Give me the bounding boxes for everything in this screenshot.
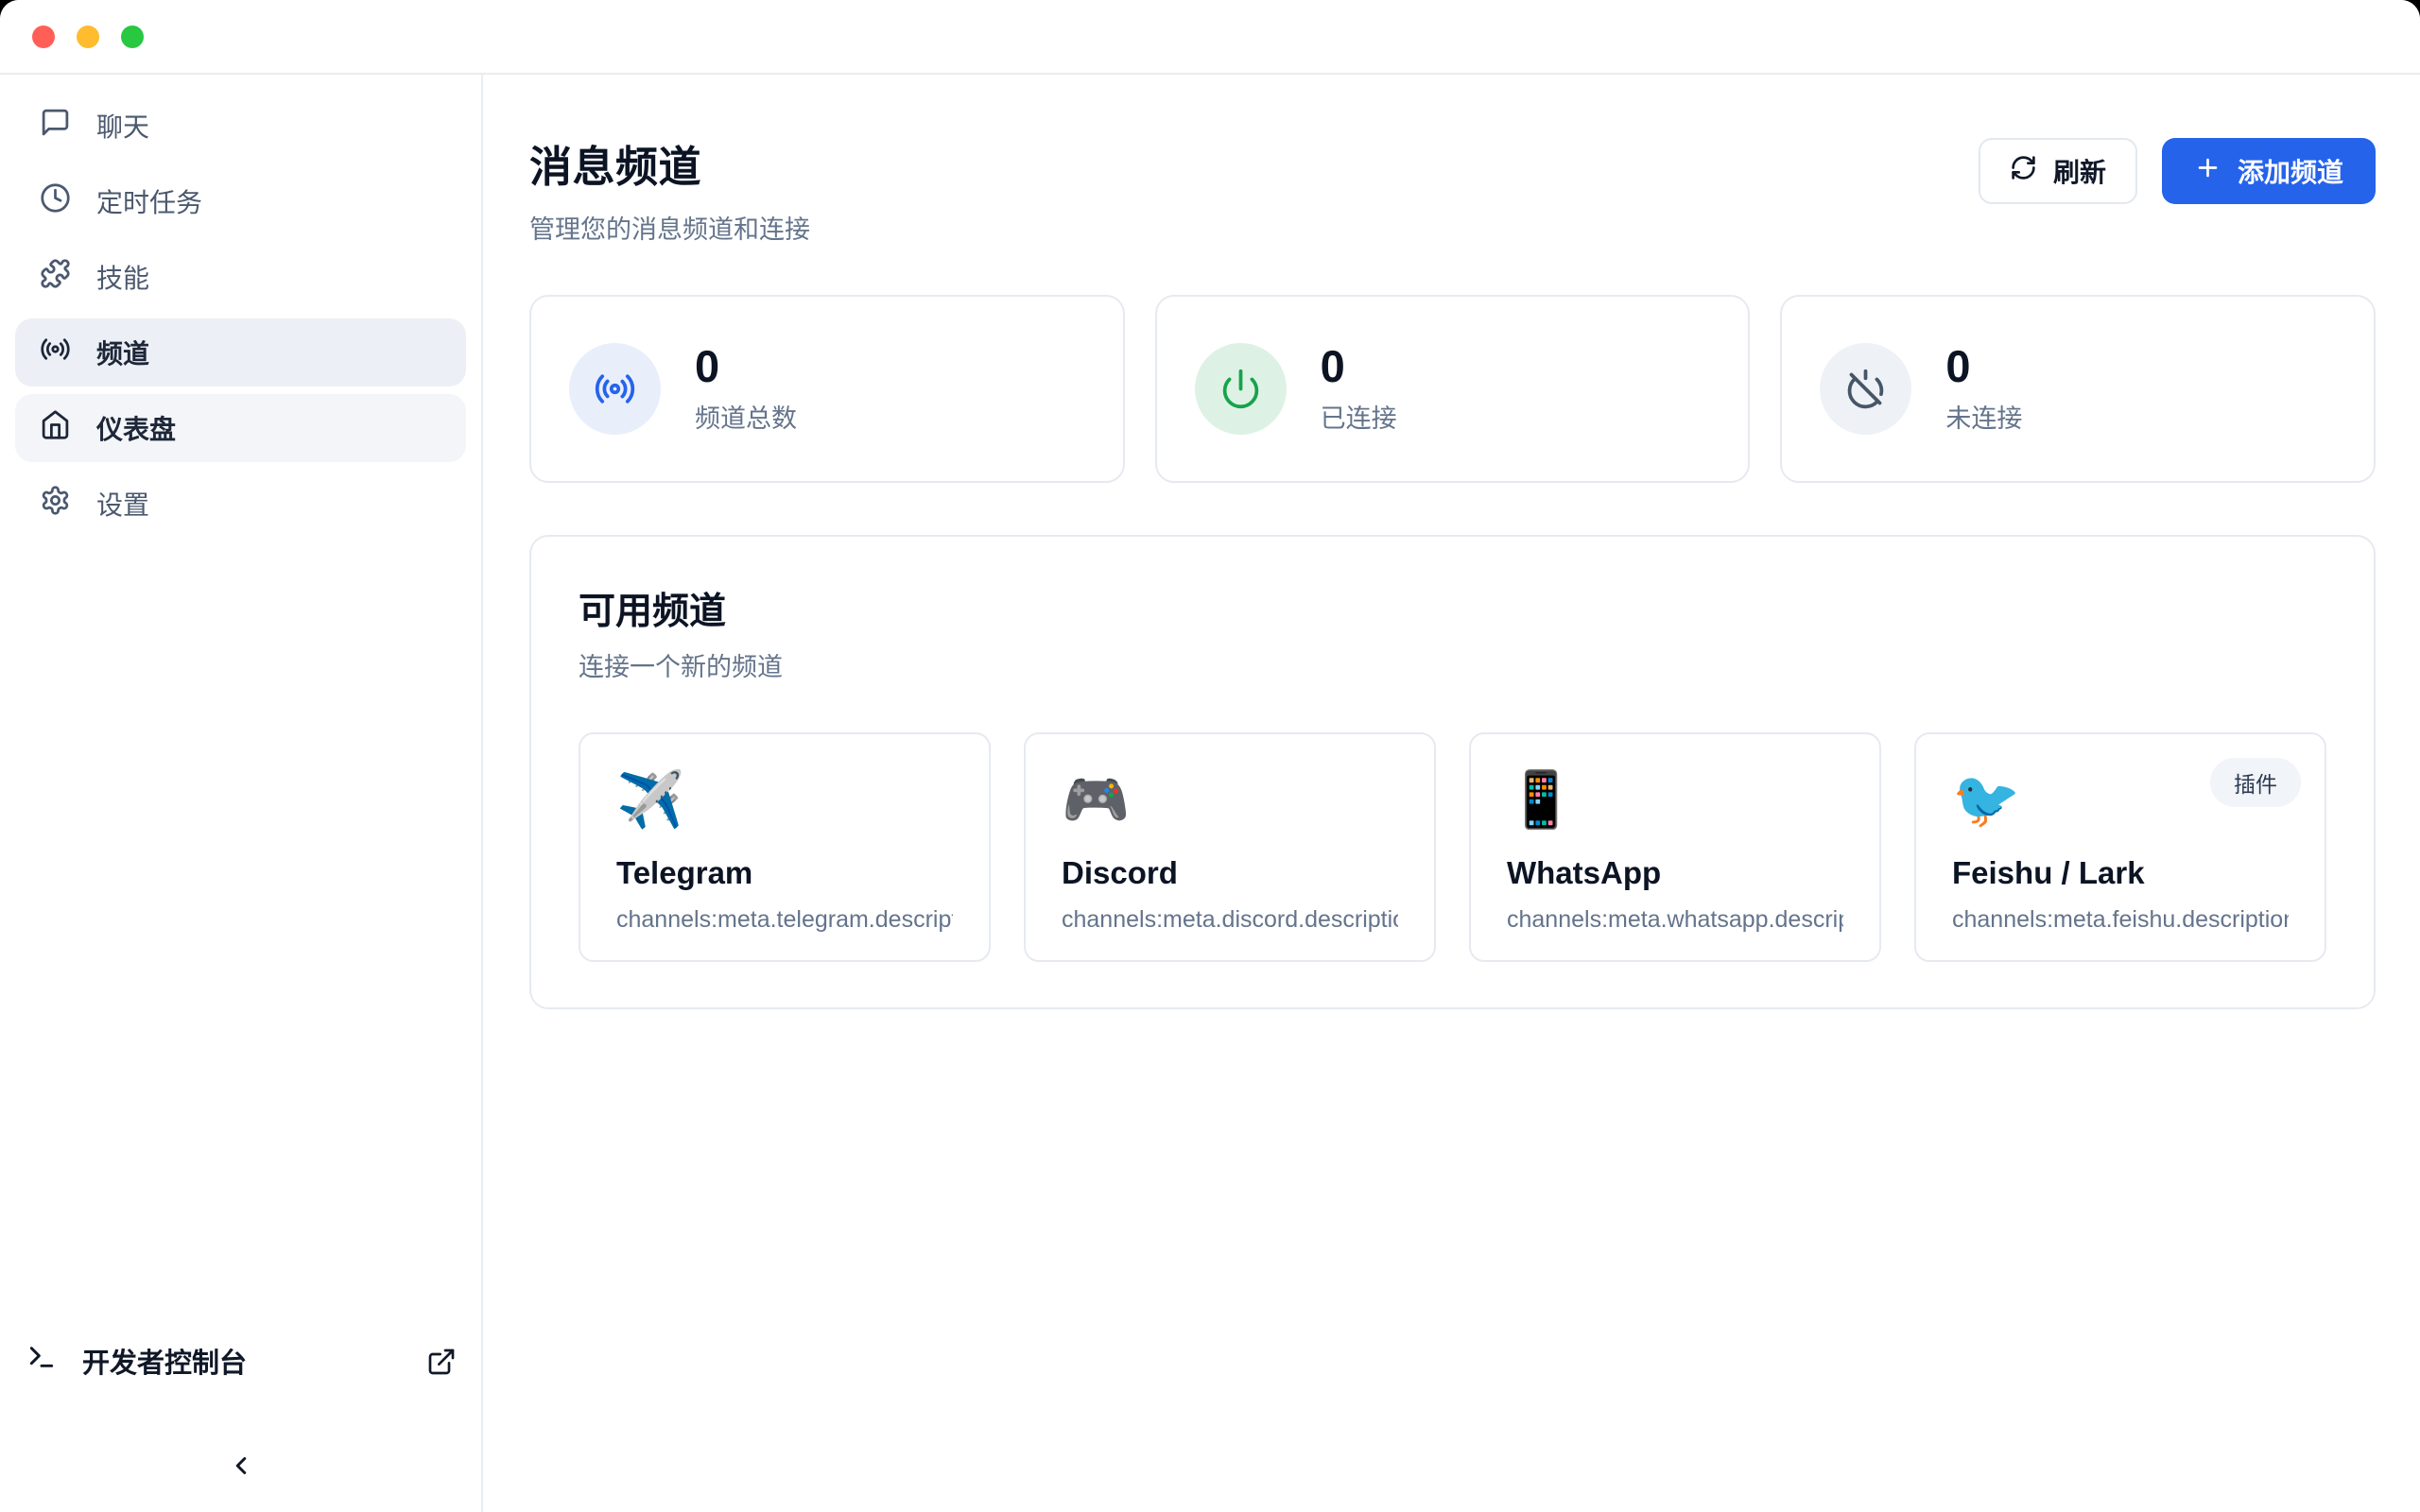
refresh-button[interactable]: 刷新 <box>1979 138 2137 204</box>
refresh-icon <box>2010 154 2037 188</box>
sidebar-item-dashboard[interactable]: 仪表盘 <box>15 394 466 462</box>
sidebar-footer: 开发者控制台 <box>15 1327 466 1493</box>
channel-description: channels:meta.feishu.description <box>1952 906 2289 934</box>
sidebar-item-label: 仪表盘 <box>96 409 176 447</box>
sidebar-item-settings[interactable]: 设置 <box>15 470 466 538</box>
stat-value: 0 <box>1321 343 1397 389</box>
main-content: 消息频道 管理您的消息频道和连接 刷新 添加频道 <box>483 75 2420 1512</box>
sidebar-item-channels[interactable]: 频道 <box>15 318 466 387</box>
broadcast-icon <box>40 334 71 371</box>
channel-description: channels:meta.telegram.description <box>616 906 953 934</box>
channel-name: Feishu / Lark <box>1952 855 2289 891</box>
home-icon <box>40 409 71 447</box>
sidebar-item-label: 技能 <box>96 258 149 296</box>
window-controls <box>32 26 144 48</box>
plugin-badge: 插件 <box>2210 758 2301 807</box>
plus-icon <box>2194 154 2221 188</box>
sidebar-item-scheduled-tasks[interactable]: 定时任务 <box>15 167 466 235</box>
available-channels-subtitle: 连接一个新的频道 <box>579 646 2326 683</box>
sidebar-item-skills[interactable]: 技能 <box>15 243 466 311</box>
stat-card-connected: 0 已连接 <box>1155 295 1751 483</box>
telegram-airplane-icon: ✈️ <box>616 766 953 842</box>
power-icon <box>1195 343 1287 435</box>
sidebar-item-label: 频道 <box>96 334 149 371</box>
channel-card-whatsapp[interactable]: 📱 WhatsApp channels:meta.whatsapp.descri… <box>1469 732 1881 962</box>
channel-name: Discord <box>1062 855 1398 891</box>
channel-name: WhatsApp <box>1507 855 1843 891</box>
clock-icon <box>40 182 71 220</box>
available-channels-title: 可用频道 <box>579 582 2326 635</box>
channels-grid: ✈️ Telegram channels:meta.telegram.descr… <box>579 732 2326 962</box>
stat-value: 0 <box>1945 343 2022 389</box>
puzzle-icon <box>40 258 71 296</box>
stat-card-total-channels: 0 频道总数 <box>529 295 1125 483</box>
refresh-button-label: 刷新 <box>2053 152 2106 190</box>
external-link-icon <box>426 1347 455 1375</box>
sidebar-collapse-button[interactable] <box>207 1440 275 1493</box>
page-header: 消息频道 管理您的消息频道和连接 刷新 添加频道 <box>529 132 2376 246</box>
chat-bubble-icon <box>40 107 71 145</box>
sidebar-item-label: 聊天 <box>96 107 149 145</box>
channel-name: Telegram <box>616 855 953 891</box>
stat-label: 频道总数 <box>695 398 797 435</box>
chevron-left-icon <box>227 1452 255 1483</box>
developer-console-label: 开发者控制台 <box>82 1341 247 1381</box>
close-window-button[interactable] <box>32 26 55 48</box>
broadcast-icon <box>569 343 661 435</box>
available-channels-panel: 可用频道 连接一个新的频道 ✈️ Telegram channels:meta.… <box>529 535 2376 1009</box>
zoom-window-button[interactable] <box>121 26 144 48</box>
titlebar <box>0 0 2420 75</box>
page-title: 消息频道 <box>529 132 810 194</box>
add-channel-button[interactable]: 添加频道 <box>2162 138 2376 204</box>
power-off-icon <box>1820 343 1911 435</box>
channel-card-feishu[interactable]: 插件 🐦 Feishu / Lark channels:meta.feishu.… <box>1914 732 2326 962</box>
sidebar-item-label: 设置 <box>96 485 149 523</box>
stat-card-disconnected: 0 未连接 <box>1780 295 2376 483</box>
sidebar-item-label: 定时任务 <box>96 182 202 220</box>
channel-card-discord[interactable]: 🎮 Discord channels:meta.discord.descript… <box>1024 732 1436 962</box>
discord-gamepad-icon: 🎮 <box>1062 766 1398 842</box>
terminal-icon <box>26 1342 57 1380</box>
app-window: 聊天 定时任务 技能 频道 仪表盘 设置 <box>0 0 2420 1512</box>
developer-console-link[interactable]: 开发者控制台 <box>15 1327 466 1395</box>
sidebar-item-chat[interactable]: 聊天 <box>15 92 466 160</box>
stat-label: 未连接 <box>1945 398 2022 435</box>
channel-card-telegram[interactable]: ✈️ Telegram channels:meta.telegram.descr… <box>579 732 991 962</box>
channel-description: channels:meta.whatsapp.description <box>1507 906 1843 934</box>
page-subtitle: 管理您的消息频道和连接 <box>529 209 810 246</box>
gear-icon <box>40 485 71 523</box>
stats-row: 0 频道总数 0 已连接 0 未连接 <box>529 295 2376 483</box>
sidebar: 聊天 定时任务 技能 频道 仪表盘 设置 <box>0 75 483 1512</box>
channel-description: channels:meta.discord.description <box>1062 906 1398 934</box>
minimize-window-button[interactable] <box>77 26 99 48</box>
stat-label: 已连接 <box>1321 398 1397 435</box>
stat-value: 0 <box>695 343 797 389</box>
whatsapp-phone-icon: 📱 <box>1507 766 1843 842</box>
add-channel-button-label: 添加频道 <box>2238 152 2343 190</box>
